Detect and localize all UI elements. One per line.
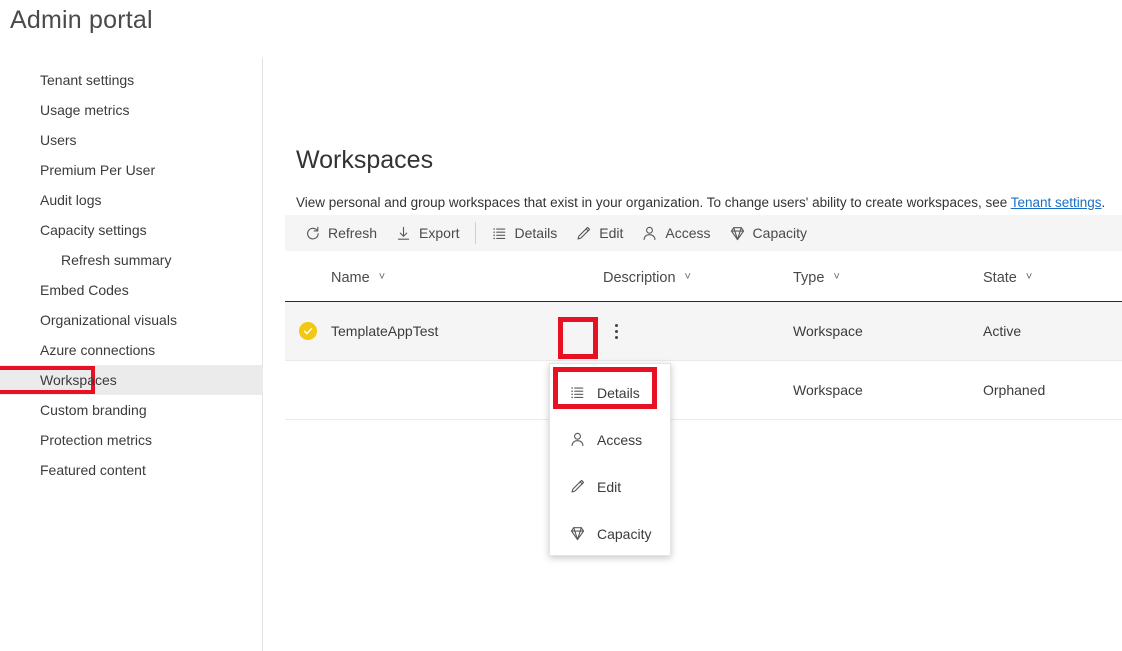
sidebar-item-label: Workspaces	[40, 372, 117, 388]
sidebar-item-tenant-settings[interactable]: Tenant settings	[0, 65, 263, 95]
sidebar-item-featured-content[interactable]: Featured content	[0, 455, 263, 485]
sidebar-item-label: Capacity settings	[40, 222, 147, 238]
table-header-row: Name ˅ Description ˅ Type ˅ State ˅	[285, 254, 1122, 302]
context-menu-item-capacity[interactable]: Capacity	[550, 510, 670, 557]
sidebar-item-label: Protection metrics	[40, 432, 152, 448]
context-menu-item-edit[interactable]: Edit	[550, 463, 670, 510]
row-state-cell: Orphaned	[983, 382, 1122, 398]
tenant-settings-link[interactable]: Tenant settings	[1011, 195, 1102, 210]
column-header-name[interactable]: Name ˅	[331, 270, 603, 286]
sidebar-item-users[interactable]: Users	[0, 125, 263, 155]
row-type-cell: Workspace	[793, 382, 983, 398]
app-title: Admin portal	[10, 6, 153, 35]
pencil-icon	[575, 225, 592, 242]
download-icon	[395, 225, 412, 242]
command-refresh-button[interactable]: Refresh	[295, 215, 386, 251]
command-label: Export	[419, 225, 459, 241]
command-label: Edit	[599, 225, 623, 241]
sidebar-item-label: Embed Codes	[40, 282, 129, 298]
context-menu-item-label: Edit	[597, 479, 621, 495]
command-label: Access	[665, 225, 710, 241]
person-icon	[641, 225, 658, 242]
row-name-cell: TemplateAppTest	[331, 323, 603, 339]
command-edit-button[interactable]: Edit	[566, 215, 632, 251]
diamond-icon	[569, 525, 586, 542]
column-header-type[interactable]: Type ˅	[793, 270, 983, 286]
sidebar-item-usage-metrics[interactable]: Usage metrics	[0, 95, 263, 125]
refresh-icon	[304, 225, 321, 242]
sidebar-item-azure-connections[interactable]: Azure connections	[0, 335, 263, 365]
row-state-cell: Active	[983, 323, 1122, 339]
context-menu-item-label: Access	[597, 432, 642, 448]
pencil-icon	[569, 478, 586, 495]
command-access-button[interactable]: Access	[632, 215, 719, 251]
sidebar: Tenant settings Usage metrics Users Premium…	[0, 58, 263, 651]
command-details-button[interactable]: Details	[482, 215, 567, 251]
command-label: Details	[515, 225, 558, 241]
sidebar-nav-list: Tenant settings Usage metrics Users Premium…	[0, 65, 263, 485]
sidebar-item-label: Featured content	[40, 462, 146, 478]
row-more-options-icon[interactable]	[603, 316, 629, 346]
row-type-cell: Workspace	[793, 323, 983, 339]
command-capacity-button[interactable]: Capacity	[720, 215, 816, 251]
command-export-button[interactable]: Export	[386, 215, 468, 251]
diamond-icon	[729, 225, 746, 242]
command-label: Refresh	[328, 225, 377, 241]
table-row[interactable]: WorkspaceOrphaned	[285, 361, 1122, 420]
sidebar-item-protection-metrics[interactable]: Protection metrics	[0, 425, 263, 455]
column-header-name-label: Name	[331, 270, 370, 286]
sidebar-item-organizational-visuals[interactable]: Organizational visuals	[0, 305, 263, 335]
dot	[615, 336, 618, 339]
column-header-state-label: State	[983, 270, 1017, 286]
table-row[interactable]: TemplateAppTest WorkspaceActive	[285, 302, 1122, 361]
sidebar-item-label: Users	[40, 132, 77, 148]
command-label: Capacity	[753, 225, 807, 241]
column-header-description-label: Description	[603, 270, 676, 286]
dot	[615, 330, 618, 333]
sidebar-item-label: Refresh summary	[61, 252, 171, 268]
dot	[615, 324, 618, 327]
column-header-type-label: Type	[793, 270, 824, 286]
sidebar-item-label: Azure connections	[40, 342, 155, 358]
workspaces-table: Name ˅ Description ˅ Type ˅ State ˅ Temp…	[285, 254, 1122, 420]
sidebar-item-label: Usage metrics	[40, 102, 129, 118]
list-icon	[569, 384, 586, 401]
command-bar: Refresh Export Details Edit Access Capacity	[285, 215, 1122, 251]
person-icon	[569, 431, 586, 448]
sidebar-item-premium-per-user[interactable]: Premium Per User	[0, 155, 263, 185]
row-status-cell	[285, 322, 331, 340]
chevron-down-icon: ˅	[833, 272, 839, 283]
chevron-down-icon: ˅	[379, 272, 385, 283]
list-icon	[491, 225, 508, 242]
sidebar-item-audit-logs[interactable]: Audit logs	[0, 185, 263, 215]
sidebar-item-workspaces[interactable]: Workspaces	[0, 365, 263, 395]
sidebar-item-label: Audit logs	[40, 192, 101, 208]
page-subtitle-text-before: View personal and group workspaces that …	[296, 195, 1011, 210]
chevron-down-icon: ˅	[1026, 272, 1032, 283]
page-subtitle-text-after: .	[1102, 195, 1106, 210]
page-title: Workspaces	[296, 146, 433, 175]
column-header-description[interactable]: Description ˅	[603, 270, 793, 286]
chevron-down-icon: ˅	[685, 272, 691, 283]
context-menu-item-label: Capacity	[597, 526, 651, 542]
context-menu-item-details[interactable]: Details	[550, 369, 670, 416]
active-check-icon	[299, 322, 317, 340]
context-menu-item-label: Details	[597, 385, 640, 401]
sidebar-item-refresh-summary[interactable]: Refresh summary	[0, 245, 263, 275]
main-content: Workspaces View personal and group works…	[264, 58, 1122, 651]
sidebar-item-embed-codes[interactable]: Embed Codes	[0, 275, 263, 305]
row-description-cell	[603, 316, 793, 346]
page-subtitle: View personal and group workspaces that …	[296, 195, 1105, 210]
context-menu-item-access[interactable]: Access	[550, 416, 670, 463]
row-context-menu: Details Access Edit Capacity	[549, 363, 671, 556]
column-header-state[interactable]: State ˅	[983, 270, 1122, 286]
sidebar-item-label: Organizational visuals	[40, 312, 177, 328]
sidebar-item-label: Tenant settings	[40, 72, 134, 88]
table-body: TemplateAppTestWorkspaceActiveWorkspaceO…	[285, 302, 1122, 420]
sidebar-item-custom-branding[interactable]: Custom branding	[0, 395, 263, 425]
sidebar-item-capacity-settings[interactable]: Capacity settings	[0, 215, 263, 245]
command-bar-separator	[475, 222, 476, 244]
sidebar-item-label: Custom branding	[40, 402, 147, 418]
sidebar-item-label: Premium Per User	[40, 162, 155, 178]
